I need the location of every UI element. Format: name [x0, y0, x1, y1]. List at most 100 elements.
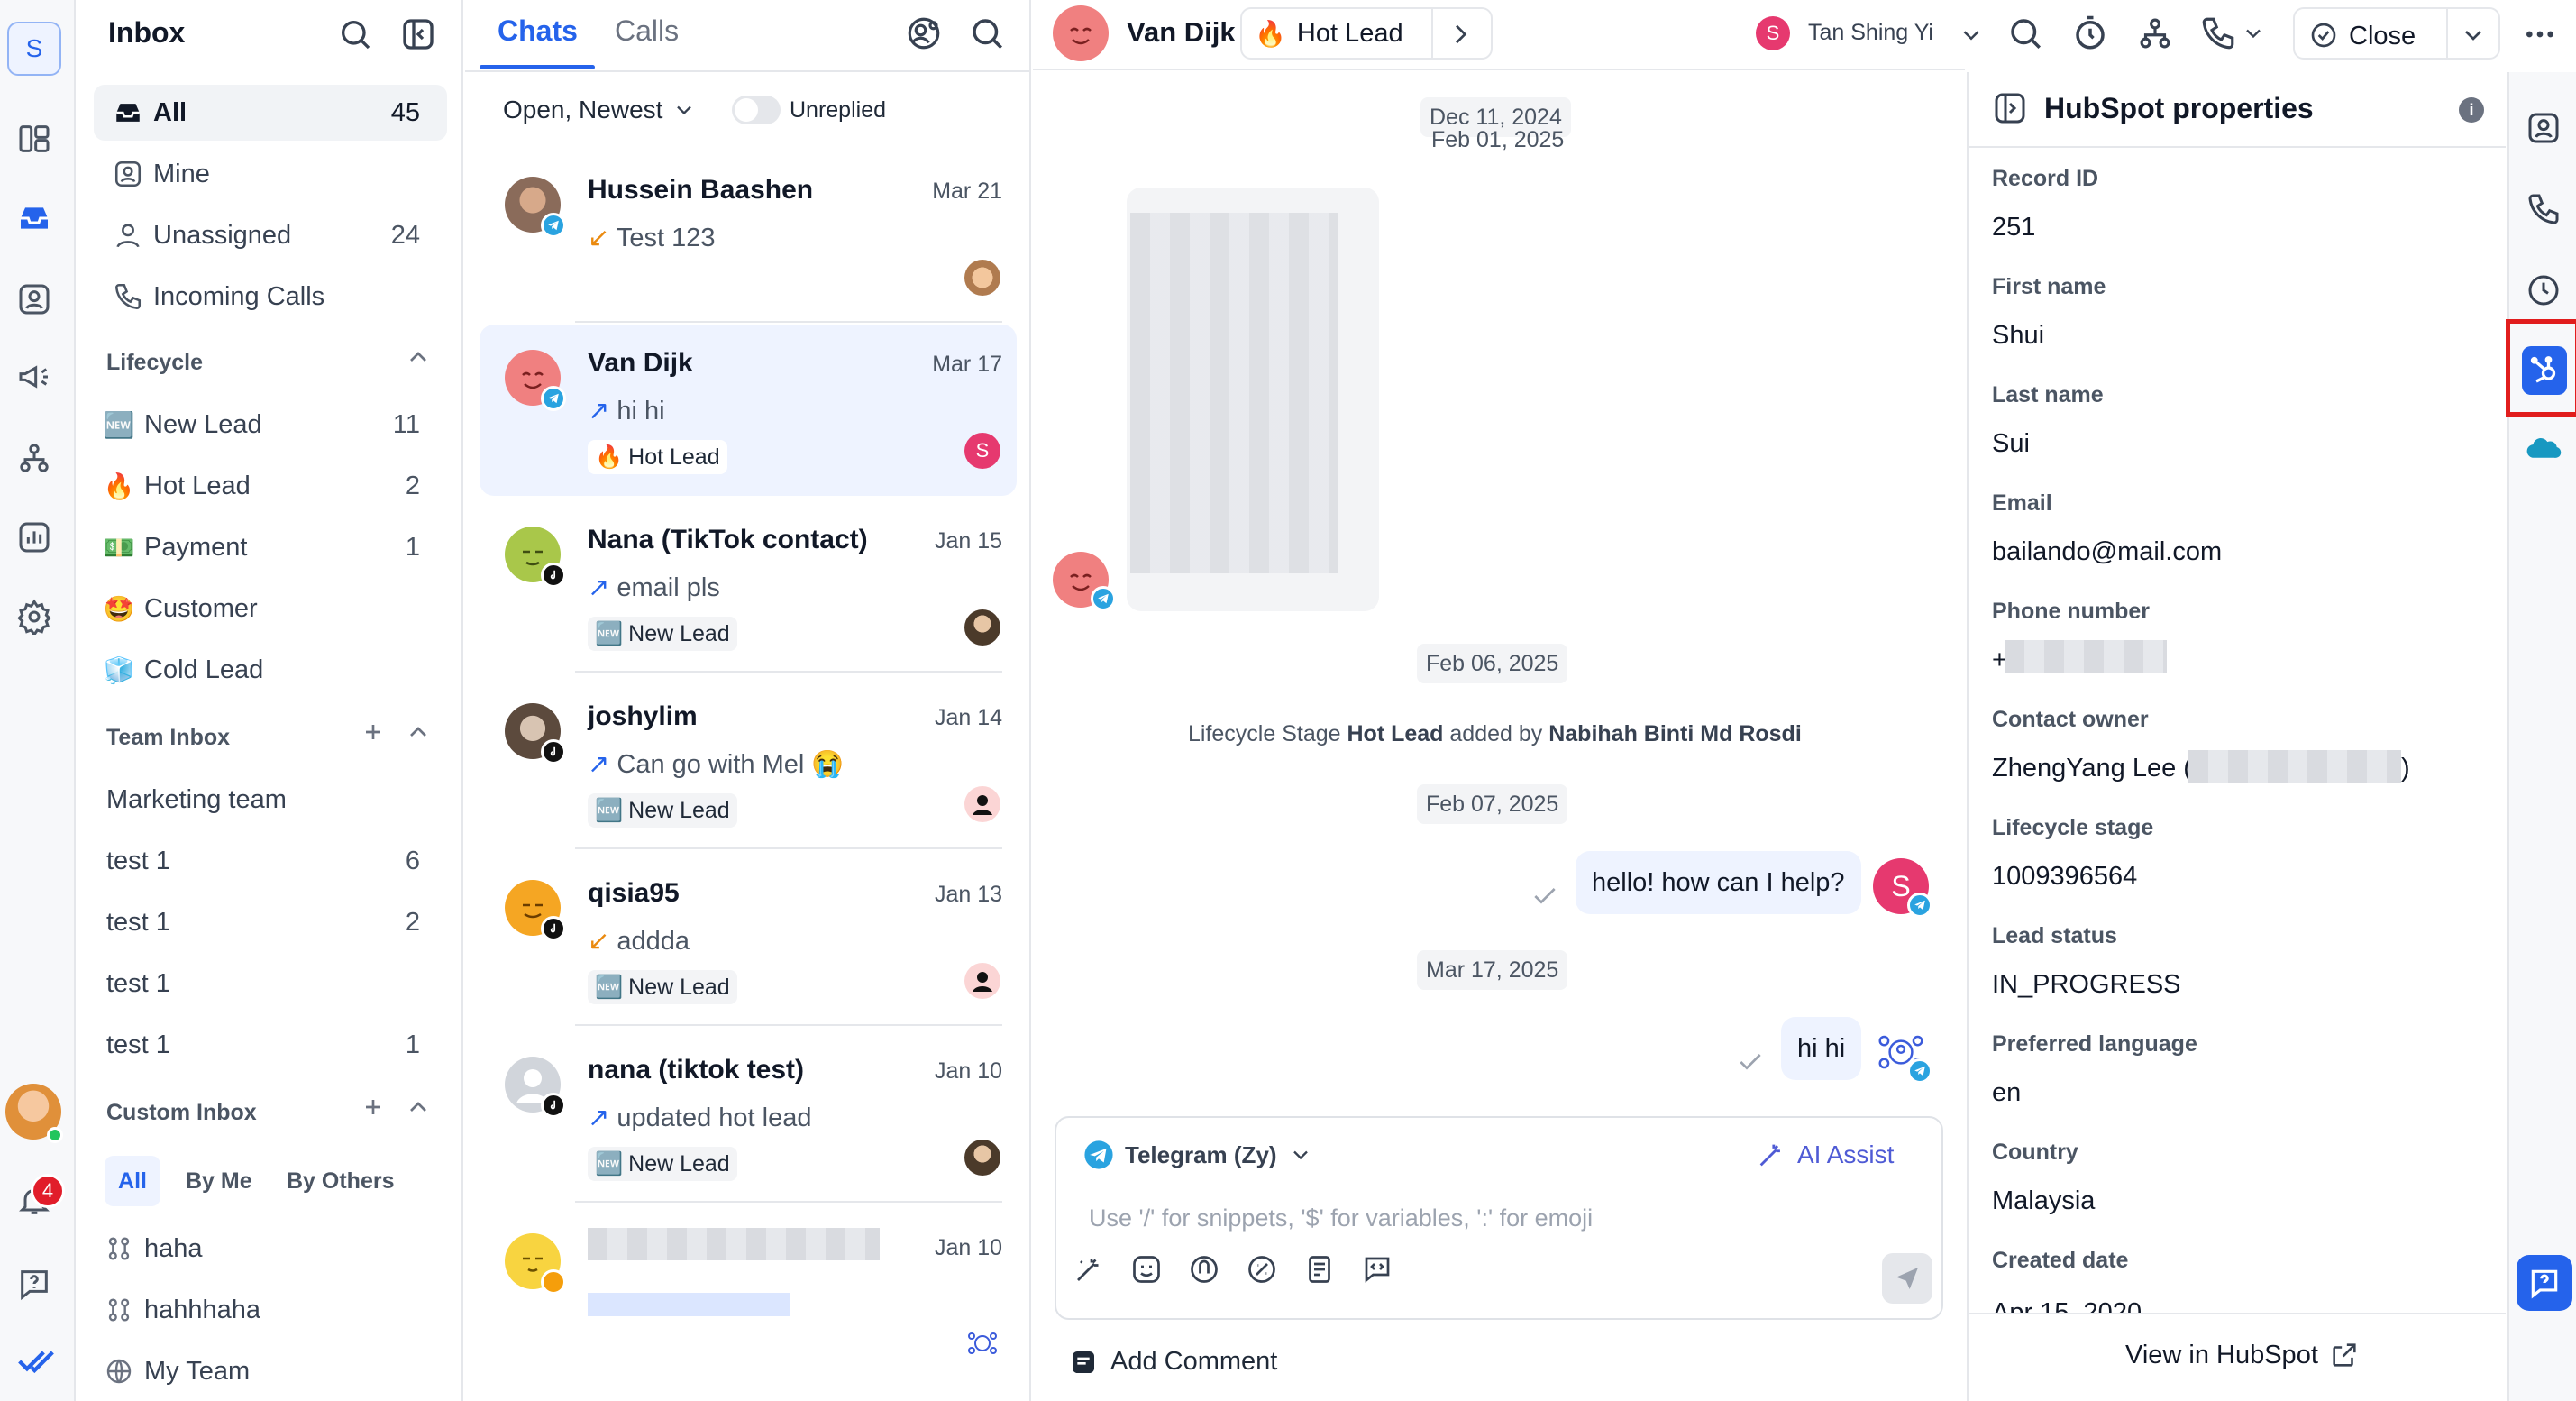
help-icon[interactable] — [16, 1266, 52, 1302]
last-message: ↙ addda — [588, 925, 690, 957]
sidebar-item-team[interactable]: test 1 — [94, 956, 447, 1012]
conversation-item[interactable]: Hussein Baashen Mar 21 ↙ Test 123 — [480, 151, 1017, 323]
unreplied-toggle[interactable] — [732, 96, 781, 124]
plus-icon[interactable] — [359, 1093, 388, 1122]
help-chat-button[interactable] — [2517, 1255, 2572, 1311]
sidebar-item-team[interactable]: test 1 2 — [94, 894, 447, 950]
message-input[interactable]: Use '/' for snippets, '$' for variables,… — [1089, 1204, 1593, 1232]
emoji-icon[interactable] — [1130, 1253, 1163, 1286]
new-emoji-icon: 🆕 — [595, 797, 624, 823]
settings-icon[interactable] — [16, 599, 52, 635]
code-bubble-icon[interactable] — [1361, 1253, 1393, 1286]
chevron-down-icon[interactable] — [2459, 21, 2488, 50]
info-icon[interactable]: i — [2459, 97, 2484, 123]
sidebar-item-my-team[interactable]: My Team — [94, 1343, 447, 1399]
sidebar-item-count: 1 — [405, 1030, 420, 1059]
layout-icon[interactable] — [16, 121, 52, 157]
chevron-down-icon — [1293, 1150, 1308, 1160]
template-icon[interactable] — [1303, 1253, 1336, 1286]
contact-settings-icon[interactable] — [905, 14, 943, 52]
contact-avatar[interactable] — [1053, 5, 1109, 61]
conversation-item[interactable]: nana (tiktok test) Jan 10 ↗ updated hot … — [480, 1031, 1017, 1203]
search-icon[interactable] — [968, 14, 1006, 52]
contacts-icon[interactable] — [16, 281, 52, 317]
snooze-timer-icon[interactable] — [2071, 14, 2109, 52]
field-label: Phone number — [1992, 599, 2151, 624]
broadcast-icon[interactable] — [16, 359, 52, 395]
field-value: en — [1992, 1078, 2022, 1107]
sidebar-item-payment[interactable]: 💵 Payment 1 — [94, 519, 447, 575]
attachment-icon[interactable] — [1188, 1253, 1220, 1286]
conversation-item[interactable]: Van Dijk Mar 17 ↗ hi hi 🔥 Hot Lead S — [480, 325, 1017, 496]
sidebar-item-label: test 1 — [106, 907, 170, 937]
sidebar-item-cold-lead[interactable]: 🧊 Cold Lead — [94, 642, 447, 698]
chevron-up-icon[interactable] — [404, 343, 433, 371]
view-in-hubspot-link[interactable]: View in HubSpot — [2125, 1340, 2360, 1370]
sort-dropdown[interactable]: Open, Newest — [503, 96, 697, 124]
chevron-down-icon — [2246, 29, 2261, 39]
contact-profile-icon[interactable] — [2522, 106, 2565, 150]
sidebar-item-label: Cold Lead — [144, 655, 264, 684]
lifecycle-selector[interactable]: 🔥 Hot Lead — [1240, 7, 1493, 60]
conversation-item[interactable]: Nana (TikTok contact) Jan 15 ↗ email pls… — [480, 501, 1017, 673]
more-options-icon[interactable] — [2522, 16, 2558, 52]
user-square-icon — [112, 158, 144, 190]
send-button[interactable] — [1882, 1253, 1932, 1304]
plus-icon[interactable] — [359, 718, 388, 746]
filter-by-me-button[interactable]: By Me — [186, 1168, 252, 1195]
sidebar-item-all[interactable]: All 45 — [94, 85, 447, 141]
expand-panel-icon[interactable] — [1992, 90, 2028, 126]
conversation-item[interactable]: Jan 10 — [480, 1208, 1017, 1379]
assignee-name[interactable]: Tan Shing Yi — [1808, 20, 1933, 46]
sidebar-item-mine[interactable]: Mine — [94, 146, 447, 202]
sidebar-item-unassigned[interactable]: Unassigned 24 — [94, 207, 447, 263]
sidebar-item-team[interactable]: test 1 6 — [94, 833, 447, 889]
tab-calls[interactable]: Calls — [615, 14, 679, 48]
channel-selector[interactable]: Telegram (Zy) — [1083, 1140, 1313, 1170]
sidebar-item-incoming-calls[interactable]: Incoming Calls — [94, 269, 447, 325]
magic-wand-icon[interactable] — [1073, 1253, 1105, 1286]
inbox-icon[interactable] — [16, 200, 52, 236]
lifecycle-tag: 🆕 New Lead — [588, 617, 737, 651]
chevron-down-icon[interactable] — [1958, 22, 1985, 49]
search-icon[interactable] — [2006, 14, 2044, 52]
workflow-icon[interactable] — [16, 440, 52, 476]
divider — [575, 847, 1002, 849]
clock-icon[interactable] — [2522, 269, 2565, 312]
last-message: ↗ Can go with Mel 😭 — [588, 748, 844, 780]
sidebar-item-custom[interactable]: haha — [94, 1221, 447, 1277]
date-separator: Feb 07, 2025 — [1417, 784, 1568, 824]
conversation-item[interactable]: qisia95 Jan 13 ↙ addda 🆕 New Lead — [480, 855, 1017, 1026]
close-conversation-button[interactable]: Close — [2293, 7, 2500, 60]
collapse-sidebar-icon[interactable] — [400, 16, 436, 52]
sidebar-item-marketing-team[interactable]: Marketing team — [94, 772, 447, 828]
sidebar-item-customer[interactable]: 🤩 Customer — [94, 581, 447, 636]
ai-assist-button[interactable]: AI Assist — [1756, 1140, 1894, 1170]
salesforce-icon[interactable] — [2522, 426, 2565, 469]
sidebar-item-hot-lead[interactable]: 🔥 Hot Lead 2 — [94, 458, 447, 514]
phone-icon[interactable] — [2522, 188, 2565, 231]
outgoing-message: hi hi — [1781, 1017, 1862, 1080]
outgoing-message: hello! how can I help? — [1576, 851, 1861, 914]
conversation-date: Jan 15 — [934, 528, 1002, 554]
reports-icon[interactable] — [16, 519, 52, 555]
sidebar-item-team[interactable]: test 1 1 — [94, 1017, 447, 1073]
filter-all-button[interactable]: All — [105, 1156, 160, 1206]
tab-chats[interactable]: Chats — [498, 14, 578, 48]
chevron-up-icon[interactable] — [404, 1093, 433, 1122]
sidebar-item-new-lead[interactable]: 🆕 New Lead 11 — [94, 397, 447, 453]
workspace-avatar[interactable]: S — [7, 22, 61, 76]
chevron-up-icon[interactable] — [404, 718, 433, 746]
workflow-icon[interactable] — [2136, 14, 2174, 52]
filter-by-others-button[interactable]: By Others — [287, 1168, 394, 1195]
search-icon[interactable] — [337, 16, 373, 52]
custom-inbox-section-title: Custom Inbox — [106, 1100, 257, 1125]
add-comment-button[interactable]: Add Comment — [1069, 1347, 1277, 1377]
call-dropdown[interactable] — [2199, 14, 2266, 52]
chat-contact-name[interactable]: Van Dijk — [1127, 16, 1236, 49]
sticker-icon[interactable] — [1246, 1253, 1278, 1286]
sidebar-item-custom[interactable]: hahhhaha — [94, 1282, 447, 1338]
chevron-right-icon[interactable] — [1446, 20, 1475, 49]
hubspot-icon[interactable] — [2522, 346, 2567, 395]
conversation-item[interactable]: joshylim Jan 14 ↗ Can go with Mel 😭 🆕 New… — [480, 678, 1017, 849]
